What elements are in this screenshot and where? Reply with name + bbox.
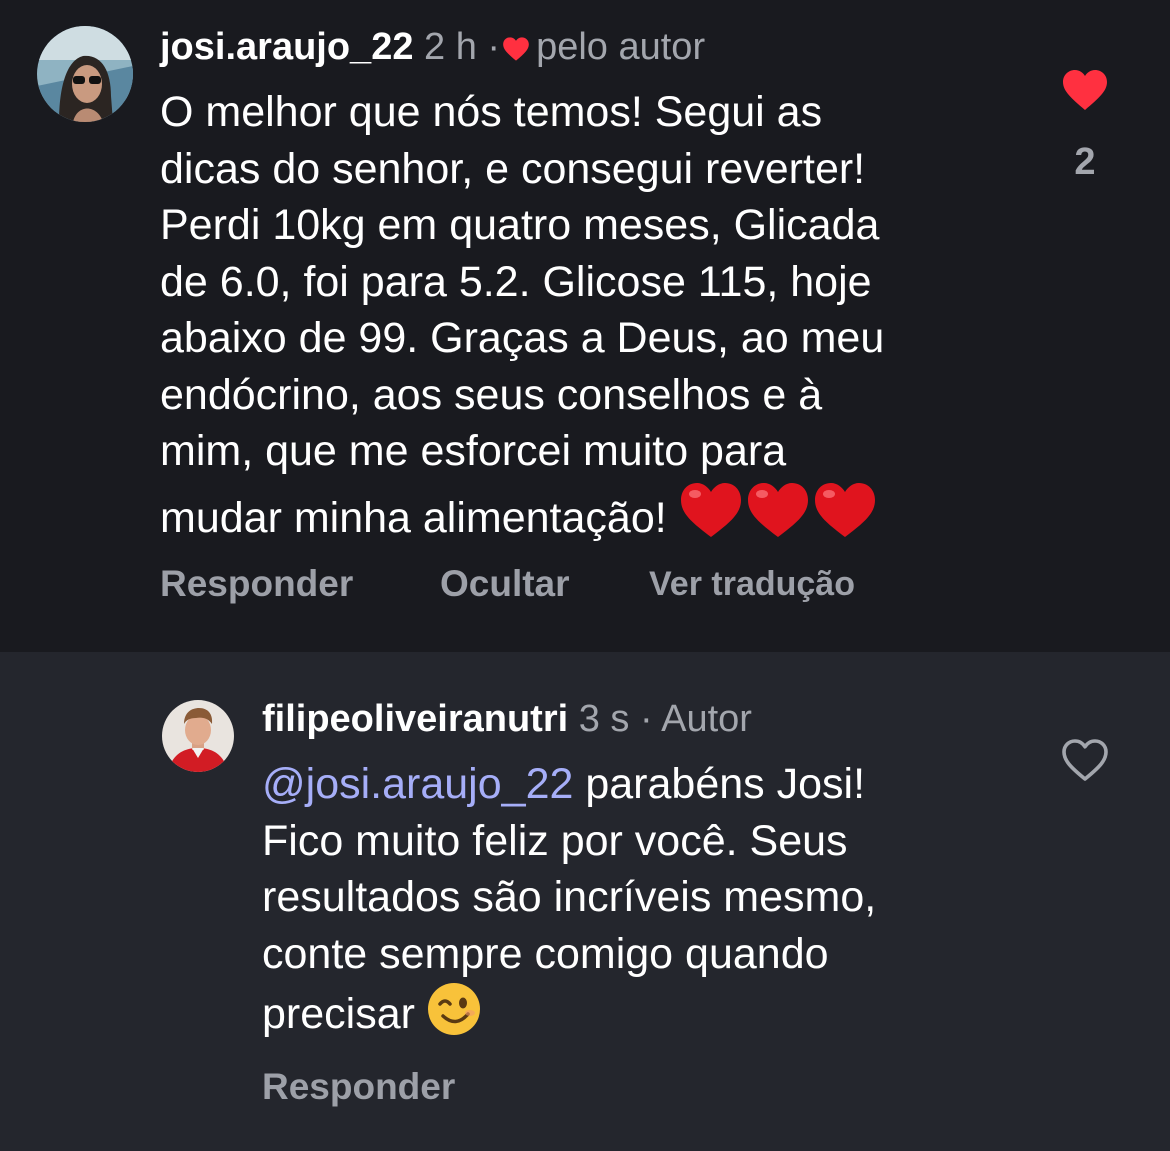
comment-line: dicas do senhor, e consegui reverter! xyxy=(160,144,866,193)
reply-meta: filipeoliveiranutri 3 s · Autor xyxy=(262,696,752,742)
heart-filled-icon xyxy=(1063,70,1107,110)
winking-face-emoji xyxy=(427,982,481,1051)
like-button[interactable] xyxy=(1050,68,1120,117)
heart-filled-small-icon xyxy=(502,27,530,73)
reply-body: @josi.araujo_22 parabéns Josi! Fico muit… xyxy=(262,756,876,1051)
reply: filipeoliveiranutri 3 s · Autor @josi.ar… xyxy=(0,652,1170,1151)
comment-actions: Responder Ocultar Ver tradução xyxy=(160,563,920,609)
mention-link[interactable]: @josi.araujo_22 xyxy=(262,760,573,808)
comment-line: O melhor que nós temos! Segui as xyxy=(160,88,823,136)
reply-button[interactable]: Responder xyxy=(160,563,353,605)
comment-username[interactable]: josi.araujo_22 xyxy=(160,26,413,68)
comment-time: 2 h xyxy=(424,26,477,68)
comment-body: O melhor que nós temos! Segui as dicas d… xyxy=(160,84,884,554)
comment-line: de 6.0, foi para 5.2. Glicose 115, hoje xyxy=(160,257,872,306)
like-button[interactable] xyxy=(1050,738,1120,787)
meta-separator: · xyxy=(487,26,501,68)
meta-separator: · xyxy=(640,698,653,740)
translate-button[interactable]: Ver tradução xyxy=(649,565,855,604)
reply-username[interactable]: filipeoliveiranutri xyxy=(262,698,568,740)
reply-time: 3 s xyxy=(578,698,630,740)
comment-like: 2 xyxy=(1050,68,1120,184)
reply-line: Fico muito feliz por você. Seus xyxy=(262,816,848,865)
reply-line-text: parabéns Josi! xyxy=(573,760,866,808)
comment-line: endócrino, aos seus conselhos e à xyxy=(160,370,823,419)
comment-meta: josi.araujo_22 2 h · pelo autor xyxy=(160,24,705,73)
reply-line: conte sempre comigo quando xyxy=(262,929,829,978)
author-badge: Autor xyxy=(661,698,752,740)
comment-line-text: mudar minha alimentação! xyxy=(160,493,667,542)
heart-outline-icon xyxy=(1062,739,1108,781)
avatar-filipe[interactable] xyxy=(162,700,234,772)
comment-line: Perdi 10kg em quatro meses, Glicada xyxy=(160,201,880,249)
comment-line-last: mudar minha alimentação! xyxy=(160,480,884,555)
reply-line-text: precisar xyxy=(262,990,415,1038)
avatar-josi[interactable] xyxy=(37,26,133,122)
reply-line-first: @josi.araujo_22 parabéns Josi! xyxy=(262,756,876,813)
reply-actions: Responder xyxy=(262,1066,662,1112)
red-hearts-emoji xyxy=(679,480,875,555)
comment-line: abaixo de 99. Graças a Deus, ao meu xyxy=(160,314,885,362)
comment: josi.araujo_22 2 h · pelo autor O melhor … xyxy=(0,0,1170,652)
reply-line-last: precisar xyxy=(262,982,876,1051)
liked-by-author-label: pelo autor xyxy=(536,26,706,68)
hide-button[interactable]: Ocultar xyxy=(440,563,570,605)
like-count: 2 xyxy=(1074,141,1096,183)
reply-button[interactable]: Responder xyxy=(262,1066,455,1108)
reply-line: resultados são incríveis mesmo, xyxy=(262,873,877,921)
reply-like xyxy=(1050,738,1120,787)
comment-line: mim, que me esforcei muito para xyxy=(160,427,787,475)
